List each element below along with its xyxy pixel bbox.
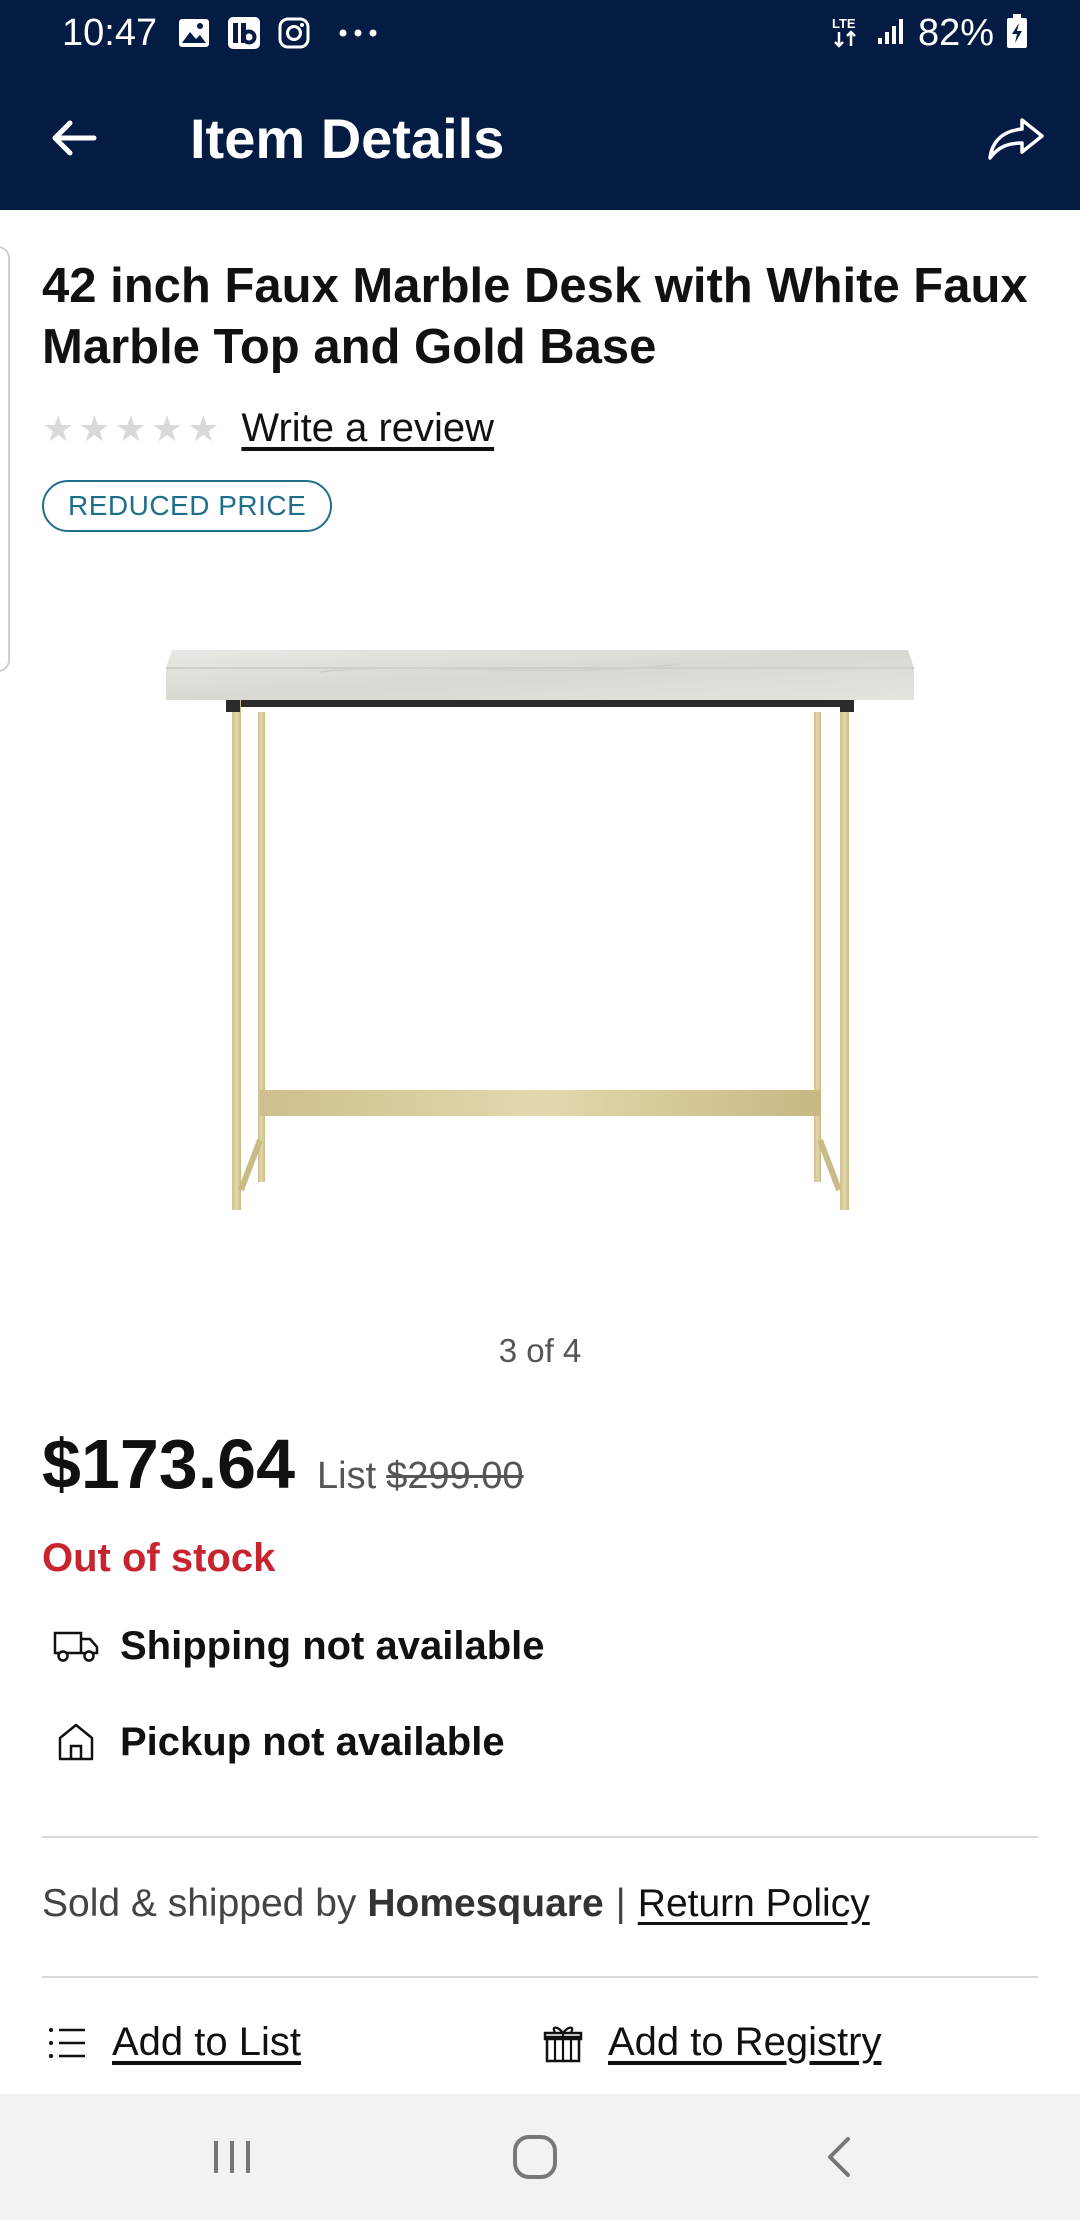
star-icon: ★ — [150, 407, 184, 449]
page-title: Item Details — [190, 107, 505, 170]
star-icon: ★ — [187, 407, 220, 449]
more-dots-icon — [338, 16, 378, 50]
rating-row: ★ ★ ★ ★ ★ Write a review — [42, 406, 494, 451]
status-bar: 10:47 LTE 82% — [0, 0, 1080, 66]
system-nav-bar — [0, 2094, 1080, 2220]
reduced-price-badge: REDUCED PRICE — [42, 480, 333, 532]
divider — [42, 1976, 1038, 1978]
shipping-status-text: Shipping not available — [120, 1623, 545, 1668]
seller-name: Homesquare — [367, 1882, 604, 1925]
arrow-left-icon — [52, 120, 97, 156]
back-button[interactable] — [44, 108, 104, 168]
chevron-left-icon — [828, 2137, 850, 2177]
battery-charging-icon — [1006, 13, 1028, 54]
shipping-status: Shipping not available — [52, 1622, 545, 1670]
seller-separator: | — [615, 1882, 626, 1925]
add-to-registry-button[interactable]: Add to Registry — [542, 2020, 881, 2065]
ib-app-icon — [226, 16, 262, 50]
recents-button[interactable] — [192, 2122, 272, 2192]
app-bar: Item Details — [0, 66, 1080, 210]
gift-icon — [542, 2022, 584, 2064]
gallery-icon — [176, 16, 212, 50]
truck-icon — [52, 1622, 100, 1670]
svg-text:LTE: LTE — [832, 16, 856, 31]
list-icon — [46, 2022, 88, 2064]
instagram-icon — [276, 16, 312, 50]
recents-icon — [214, 2141, 250, 2173]
pickup-status-text: Pickup not available — [120, 1719, 505, 1764]
divider — [42, 1836, 1038, 1838]
list-price: $299.00 — [386, 1455, 524, 1497]
image-counter: 3 of 4 — [498, 1332, 582, 1369]
star-icon: ★ — [114, 407, 147, 449]
lte-icon: LTE — [830, 14, 864, 53]
seller-prefix: Sold & shipped by — [42, 1882, 357, 1925]
add-to-list-label: Add to List — [112, 2020, 302, 2064]
stock-status: Out of stock — [42, 1536, 276, 1580]
store-icon — [52, 1718, 100, 1766]
price-row: $173.64 List $299.00 — [42, 1424, 524, 1504]
home-button[interactable] — [495, 2122, 575, 2192]
add-to-registry-label: Add to Registry — [608, 2020, 882, 2064]
star-icon: ★ — [42, 407, 75, 449]
share-button[interactable] — [980, 106, 1052, 170]
sale-price: $173.64 — [42, 1425, 296, 1503]
star-rating: ★ ★ ★ ★ ★ — [42, 407, 220, 449]
system-back-button[interactable] — [798, 2122, 878, 2192]
star-icon: ★ — [78, 407, 111, 449]
product-image[interactable] — [120, 600, 960, 1240]
status-time: 10:47 — [62, 12, 158, 54]
list-price-label: List — [317, 1455, 377, 1497]
side-drawer-handle[interactable] — [0, 246, 10, 672]
add-to-list-button[interactable]: Add to List — [46, 2020, 301, 2065]
seller-info: Sold & shipped by Homesquare | Return Po… — [42, 1882, 870, 1926]
write-review-link[interactable]: Write a review — [241, 406, 494, 451]
product-title: 42 inch Faux Marble Desk with White Faux… — [42, 259, 1028, 374]
return-policy-link[interactable]: Return Policy — [638, 1882, 870, 1926]
desk-image — [166, 650, 914, 1210]
pickup-status: Pickup not available — [52, 1718, 505, 1766]
signal-icon — [876, 16, 906, 51]
share-icon — [988, 118, 1044, 160]
battery-percent: 82% — [917, 12, 994, 54]
list-actions: Add to List Add to Registry — [0, 2020, 1080, 2084]
home-icon — [513, 2135, 557, 2179]
